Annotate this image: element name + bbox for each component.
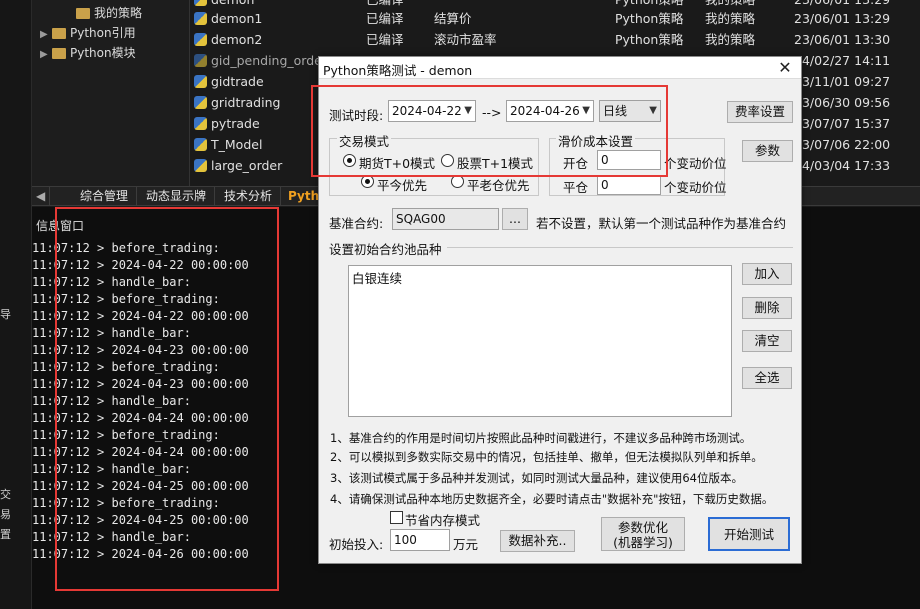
list-item[interactable]: 白银连续: [352, 268, 402, 287]
base-contract-hint: 若不设置，默认第一个测试品种作为基准合约: [536, 216, 787, 231]
tree-item-python-ref[interactable]: ▶ Python引用: [40, 23, 136, 43]
initial-capital-label: 初始投入:: [329, 537, 384, 552]
python-file-icon: [194, 117, 207, 130]
param-optimize-label: 参数优化: [617, 520, 668, 535]
divider: [447, 247, 793, 248]
strategy-time: 23/06/01 13:30: [794, 32, 891, 47]
tree-item-label: Python模块: [70, 46, 136, 60]
strategy-name: gid_pending_orde: [211, 53, 322, 68]
save-memory-checkbox[interactable]: [390, 511, 403, 524]
rail-char: 导: [0, 308, 11, 321]
strategy-name: gidtrade: [211, 74, 264, 89]
rail-char: 易: [0, 508, 11, 521]
list-item[interactable]: demon2 已编译 滚动市盈率 Python策略 我的策略 23/06/01 …: [190, 29, 920, 50]
python-file-icon: [194, 0, 207, 6]
close-label: 平仓: [563, 180, 589, 195]
tree-item-python-modules[interactable]: ▶ Python模块: [40, 43, 136, 63]
close-icon[interactable]: ✕: [775, 58, 795, 78]
base-contract-input[interactable]: SQAG00: [392, 208, 499, 230]
strategy-time: 23/07/06 22:00: [794, 137, 891, 152]
params-button[interactable]: 参数: [742, 140, 793, 162]
note-line: 1、基准合约的作用是时间切片按照此品种时间戳进行，不建议多品种跨市场测试。: [330, 431, 752, 445]
rail-char: 置: [0, 528, 11, 541]
close-slippage-input[interactable]: 0: [597, 175, 661, 195]
strategy-time: 24/02/27 14:11: [794, 53, 891, 68]
strategy-name: demon2: [211, 32, 263, 47]
note-line: 2、可以模拟到多数实际交易中的情况，包括挂单、撤单，但无法模拟队列单和拆单。: [330, 450, 763, 464]
strategy-type: Python策略: [615, 11, 684, 26]
delete-button[interactable]: 删除: [742, 297, 792, 319]
strategy-name: large_order: [211, 158, 283, 173]
contract-pool-label: 设置初始合约池品种: [329, 242, 442, 257]
python-file-icon: [194, 96, 207, 109]
add-button[interactable]: 加入: [742, 263, 792, 285]
initial-capital-input[interactable]: 100: [390, 529, 450, 551]
chevron-right-icon[interactable]: ▶: [40, 45, 52, 65]
param-optimize-button[interactable]: 参数优化 (机器学习): [601, 517, 685, 551]
save-memory-label: 节省内存模式: [405, 513, 481, 528]
highlight-box: [311, 85, 668, 177]
close-unit-label: 个变动价位: [664, 180, 727, 195]
highlight-box: [55, 207, 279, 591]
folder-icon: [76, 8, 90, 19]
currency-unit-label: 万元: [453, 537, 479, 552]
strategy-status: 已编译: [366, 32, 404, 47]
tab-technical-analysis[interactable]: 技术分析: [216, 187, 282, 206]
tab-dynamic-board[interactable]: 动态显示牌: [138, 187, 216, 206]
note-line: 3、该测试模式属于多品种并发测试，如同时测试大量品种，建议使用64位版本。: [330, 471, 743, 485]
strategy-time: 23/07/07 15:37: [794, 116, 891, 131]
strategy-name: T_Model: [211, 137, 263, 152]
folder-icon: [52, 28, 66, 39]
strategy-name: pytrade: [211, 116, 260, 131]
select-all-button[interactable]: 全选: [742, 367, 792, 389]
data-supplement-button[interactable]: 数据补充..: [500, 530, 575, 552]
python-file-icon: [194, 75, 207, 88]
dialog-titlebar: Python策略测试 - demon ✕: [319, 57, 801, 79]
chevron-right-icon[interactable]: ▶: [40, 25, 52, 45]
base-contract-label: 基准合约:: [329, 216, 384, 231]
browse-button[interactable]: ...: [502, 208, 528, 230]
dialog-title: Python策略测试 - demon: [323, 63, 473, 78]
strategy-name: demon1: [211, 11, 263, 26]
python-file-icon: [194, 159, 207, 172]
list-item[interactable]: demon1 已编译 结算价 Python策略 我的策略 23/06/01 13…: [190, 8, 920, 29]
tree-item-label: Python引用: [70, 26, 136, 40]
rail-char: 交: [0, 488, 11, 501]
python-file-icon: [194, 138, 207, 151]
left-rail: 导 交 易 置: [0, 0, 32, 609]
tab-overview[interactable]: 综合管理: [72, 187, 138, 206]
strategy-time: 23/06/30 09:56: [794, 95, 891, 110]
open-unit-label: 个变动价位: [664, 156, 727, 171]
close-old-first-label: 平老仓优先: [467, 178, 530, 193]
strategy-desc: 结算价: [434, 11, 472, 26]
tab-scroll-left-icon[interactable]: ◀: [32, 187, 50, 206]
strategy-desc: 滚动市盈率: [434, 32, 497, 47]
strategy-tree: 我的策略 ▶ Python引用 ▶ Python模块: [32, 0, 190, 186]
start-test-button[interactable]: 开始测试: [708, 517, 790, 551]
param-optimize-sublabel: (机器学习): [613, 535, 673, 550]
strategy-time: 23/11/01 09:27: [794, 74, 891, 89]
strategy-type: Python策略: [615, 32, 684, 47]
strategy-name: gridtrading: [211, 95, 281, 110]
strategy-time: 24/03/04 17:33: [794, 158, 891, 173]
note-line: 4、请确保测试品种本地历史数据齐全，必要时请点击"数据补充"按钮，下载历史数据。: [330, 492, 774, 506]
tree-item-my-strategies[interactable]: 我的策略: [76, 3, 142, 23]
tree-item-label: 我的策略: [94, 6, 143, 20]
contract-pool-list[interactable]: 白银连续: [348, 265, 732, 417]
python-file-icon: [194, 12, 207, 25]
close-today-first-label: 平今优先: [377, 178, 428, 193]
python-file-icon: [194, 54, 207, 67]
folder-icon: [52, 48, 66, 59]
strategy-group: 我的策略: [705, 32, 756, 47]
python-file-icon: [194, 33, 207, 46]
fee-settings-button[interactable]: 费率设置: [727, 101, 793, 123]
strategy-group: 我的策略: [705, 11, 756, 26]
clear-button[interactable]: 清空: [742, 330, 792, 352]
strategy-time: 23/06/01 13:29: [794, 11, 891, 26]
strategy-status: 已编译: [366, 11, 404, 26]
